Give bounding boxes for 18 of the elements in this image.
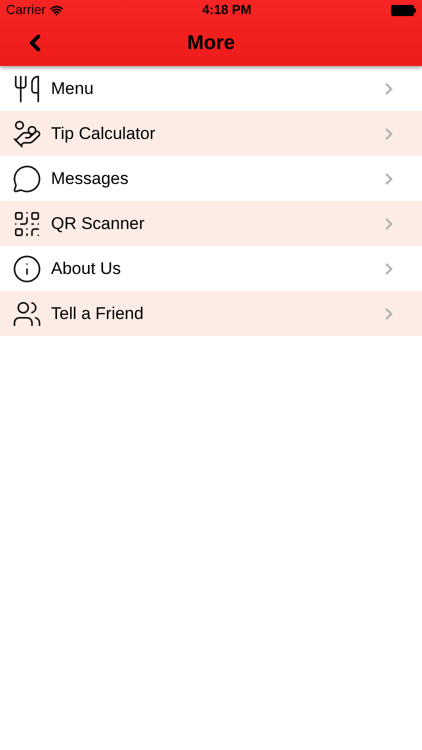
menu-row[interactable]: QR Scanner xyxy=(0,201,422,246)
menu-row[interactable]: Tip Calculator xyxy=(0,111,422,156)
row-label: Messages xyxy=(51,168,130,190)
info-icon xyxy=(12,254,42,284)
menu-row[interactable]: Tell a Friend xyxy=(0,291,422,336)
battery-icon xyxy=(391,4,416,16)
utensils-icon xyxy=(12,74,42,104)
row-label: Menu xyxy=(51,78,95,100)
screen-title: More xyxy=(187,31,235,56)
wifi-icon xyxy=(50,4,63,16)
hand-coins-icon xyxy=(12,118,42,148)
row-label: Tip Calculator xyxy=(51,122,156,145)
speech-bubble-icon xyxy=(12,164,42,194)
row-label: Tell a Friend xyxy=(51,302,145,325)
clock: 4:18 PM xyxy=(202,1,252,20)
row-label: QR Scanner xyxy=(51,212,146,235)
carrier-label: Carrier xyxy=(6,1,46,20)
row-label: About Us xyxy=(51,258,122,280)
